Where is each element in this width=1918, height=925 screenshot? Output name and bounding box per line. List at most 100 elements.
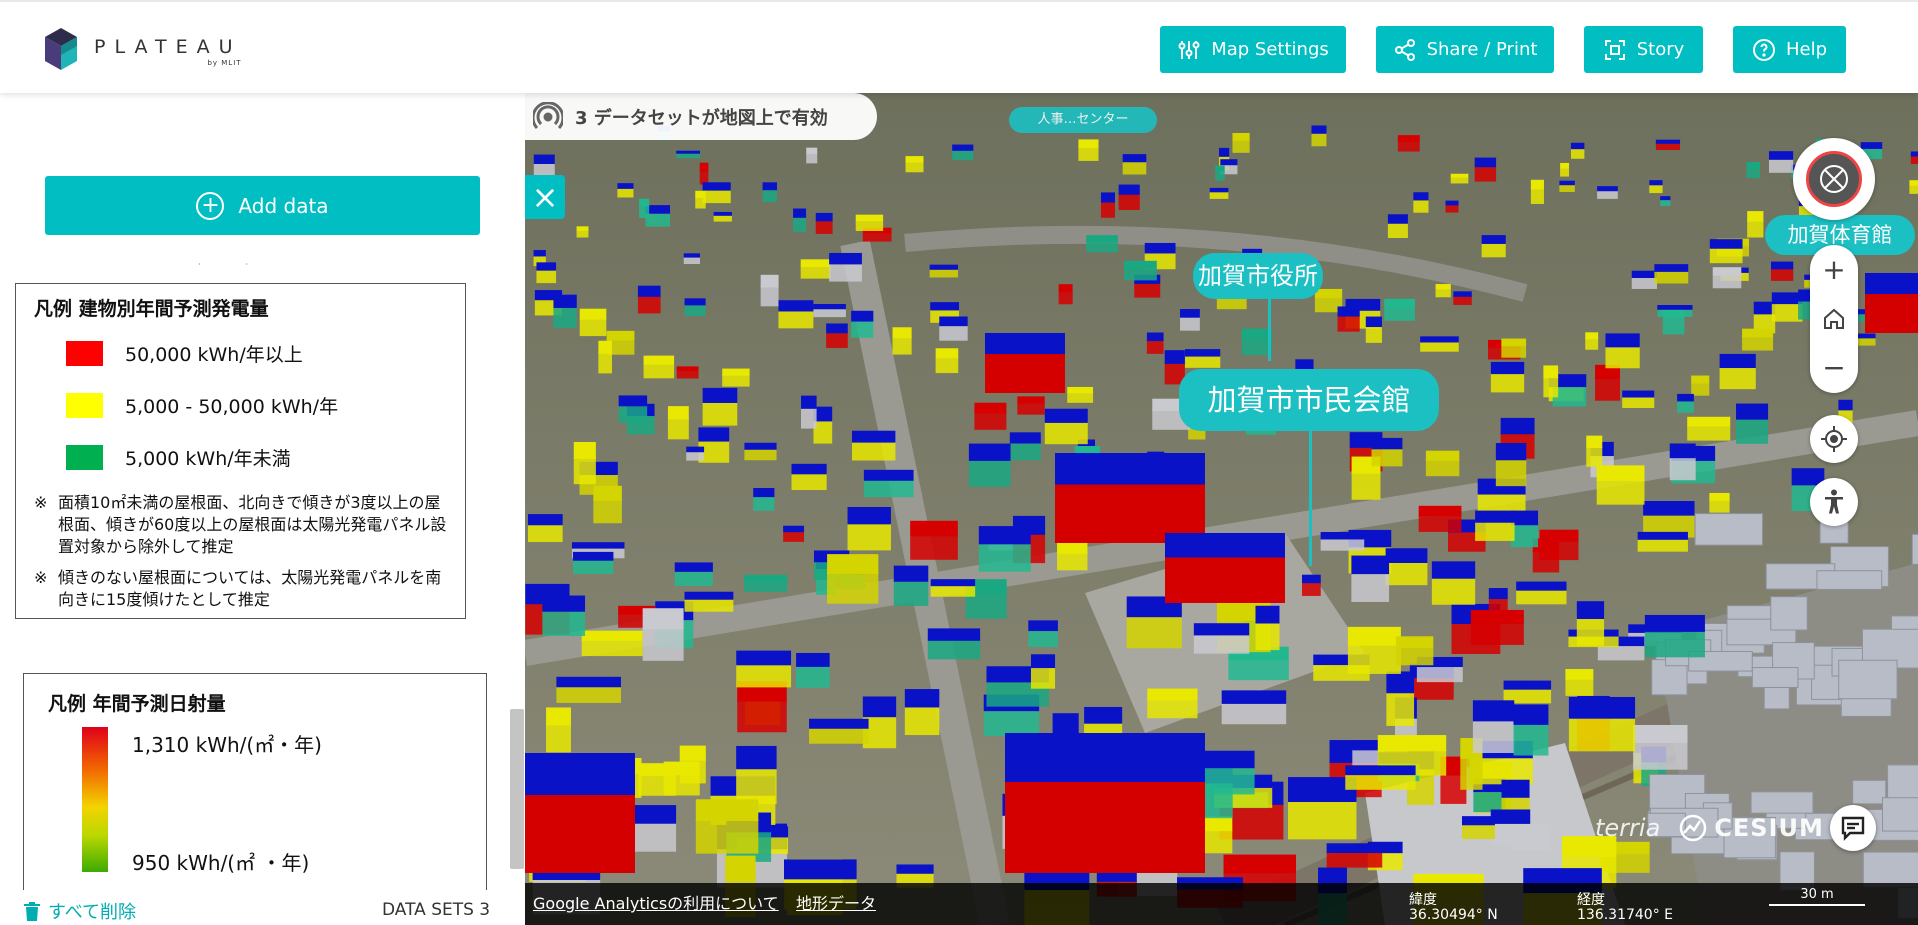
building-roof (744, 442, 777, 450)
sliders-icon (1178, 40, 1200, 59)
close-icon: × (531, 178, 559, 216)
building-roof (904, 689, 940, 708)
building-roof (1397, 135, 1420, 142)
building-block (1539, 540, 1579, 561)
building-roof (617, 183, 634, 189)
building-block (893, 580, 929, 606)
building-roof (1910, 151, 1918, 157)
building-block (1691, 382, 1710, 396)
building-block (904, 705, 940, 736)
feedback-button[interactable] (1830, 805, 1876, 851)
workbench-panel: + Add data ·· 凡例 建物別年間予測発電量 50,000 kWh/年… (0, 93, 525, 925)
building-block (1320, 538, 1365, 551)
building-block (1311, 132, 1327, 147)
building-roof (1351, 555, 1390, 575)
building-roof (1669, 443, 1696, 459)
building-roof (1057, 542, 1088, 554)
building-roof (1501, 338, 1527, 347)
google-analytics-link[interactable]: Google Analyticsの利用について (533, 890, 779, 914)
logo-subtitle: by MLIT (207, 59, 242, 67)
building-roof (1218, 147, 1230, 157)
building-block (1067, 392, 1094, 403)
building-block (713, 215, 732, 222)
building-block (1385, 561, 1428, 586)
building-roof (968, 443, 1011, 461)
building-block (1397, 141, 1420, 152)
building-roof (683, 253, 701, 258)
building-roof (1078, 139, 1099, 149)
building-roof (1431, 561, 1476, 579)
building-block (965, 593, 1007, 619)
map-status-bar: Google Analyticsの利用について 地形データ 緯度 36.3049… (525, 883, 1918, 925)
my-location-button[interactable] (1810, 415, 1858, 463)
plus-icon: + (1822, 253, 1846, 286)
building-block (1857, 337, 1876, 346)
building-block (1416, 666, 1463, 683)
building-block (1420, 341, 1459, 352)
share-print-button[interactable]: Share / Print (1376, 26, 1554, 73)
terria-logo[interactable]: terria (1595, 814, 1660, 842)
add-data-button[interactable]: + Add data (45, 176, 480, 235)
building-roof (618, 395, 648, 407)
building-block (642, 627, 684, 661)
building-block (684, 598, 734, 612)
building-block (929, 269, 959, 278)
building-roof (801, 395, 817, 409)
crosshair-icon (1821, 426, 1847, 452)
building-roof (1596, 465, 1645, 482)
building-block (1687, 425, 1731, 441)
building-roof (1044, 408, 1088, 423)
building-block (1146, 340, 1164, 354)
building-block (793, 216, 807, 232)
building-roof (1384, 298, 1415, 308)
pedestrian-mode-button[interactable] (1810, 478, 1858, 526)
zoom-in-button[interactable]: + (1810, 245, 1858, 294)
compass-control[interactable] (1793, 138, 1875, 220)
poi-label-city-hall[interactable]: 加賀市役所 (1193, 253, 1323, 299)
building-roof (1660, 196, 1671, 201)
building-block (1387, 222, 1408, 238)
building-roof (809, 718, 869, 729)
legend-item: 5,000 - 50,000 kWh/年 (66, 392, 338, 419)
building-roof (1314, 288, 1343, 299)
help-button[interactable]: Help (1733, 26, 1846, 73)
close-workbench-button[interactable]: × (525, 175, 565, 219)
building-roof (1570, 142, 1585, 150)
city-3d-scene[interactable] (525, 93, 1918, 925)
delete-all-button[interactable]: すべて削除 (24, 898, 136, 924)
story-button[interactable]: Story (1584, 26, 1703, 73)
building-roof (1122, 154, 1147, 163)
building-roof (1490, 809, 1531, 824)
building-roof (1164, 350, 1185, 364)
building-roof (1055, 453, 1205, 485)
building-block (1509, 834, 1550, 851)
poi-label-civic-hall[interactable]: 加賀市市民会館 (1179, 369, 1439, 431)
building-roof (793, 208, 807, 218)
building-block (1124, 267, 1157, 281)
building-block (1474, 166, 1497, 182)
zoom-out-button[interactable]: − (1810, 343, 1858, 392)
building-block (1450, 177, 1469, 184)
active-datasets-indicator[interactable]: 3 データセットが地図上で有効 (525, 93, 877, 140)
building-roof (667, 406, 689, 420)
building-roof (1030, 654, 1056, 669)
building-block (1662, 316, 1685, 335)
cesium-logo[interactable]: CESIUM (1678, 813, 1824, 843)
plateau-logo[interactable]: PLATEAU by MLIT (44, 26, 242, 72)
building-block (1453, 296, 1472, 305)
building-block (1009, 442, 1041, 461)
workbench-scrollbar[interactable] (510, 709, 524, 869)
building-block (1750, 791, 1814, 814)
building-block (1513, 722, 1549, 756)
poi-label-center[interactable]: 人事…センター (1009, 107, 1157, 133)
map-3d-view[interactable]: 3 データセットが地図上で有効 × 人事…センター 加賀市役所 加賀市市民会館 … (525, 93, 1918, 925)
terrain-data-link[interactable]: 地形データ (796, 890, 876, 914)
reset-view-button[interactable] (1810, 294, 1858, 343)
legend-radiation-title: 凡例 年間予測日射量 (48, 693, 226, 715)
map-settings-button[interactable]: Map Settings (1160, 26, 1346, 73)
building-roof (1605, 333, 1640, 348)
building-roof (892, 327, 912, 339)
building-block (744, 449, 777, 461)
building-block (1460, 756, 1483, 790)
building-block (1209, 191, 1229, 199)
